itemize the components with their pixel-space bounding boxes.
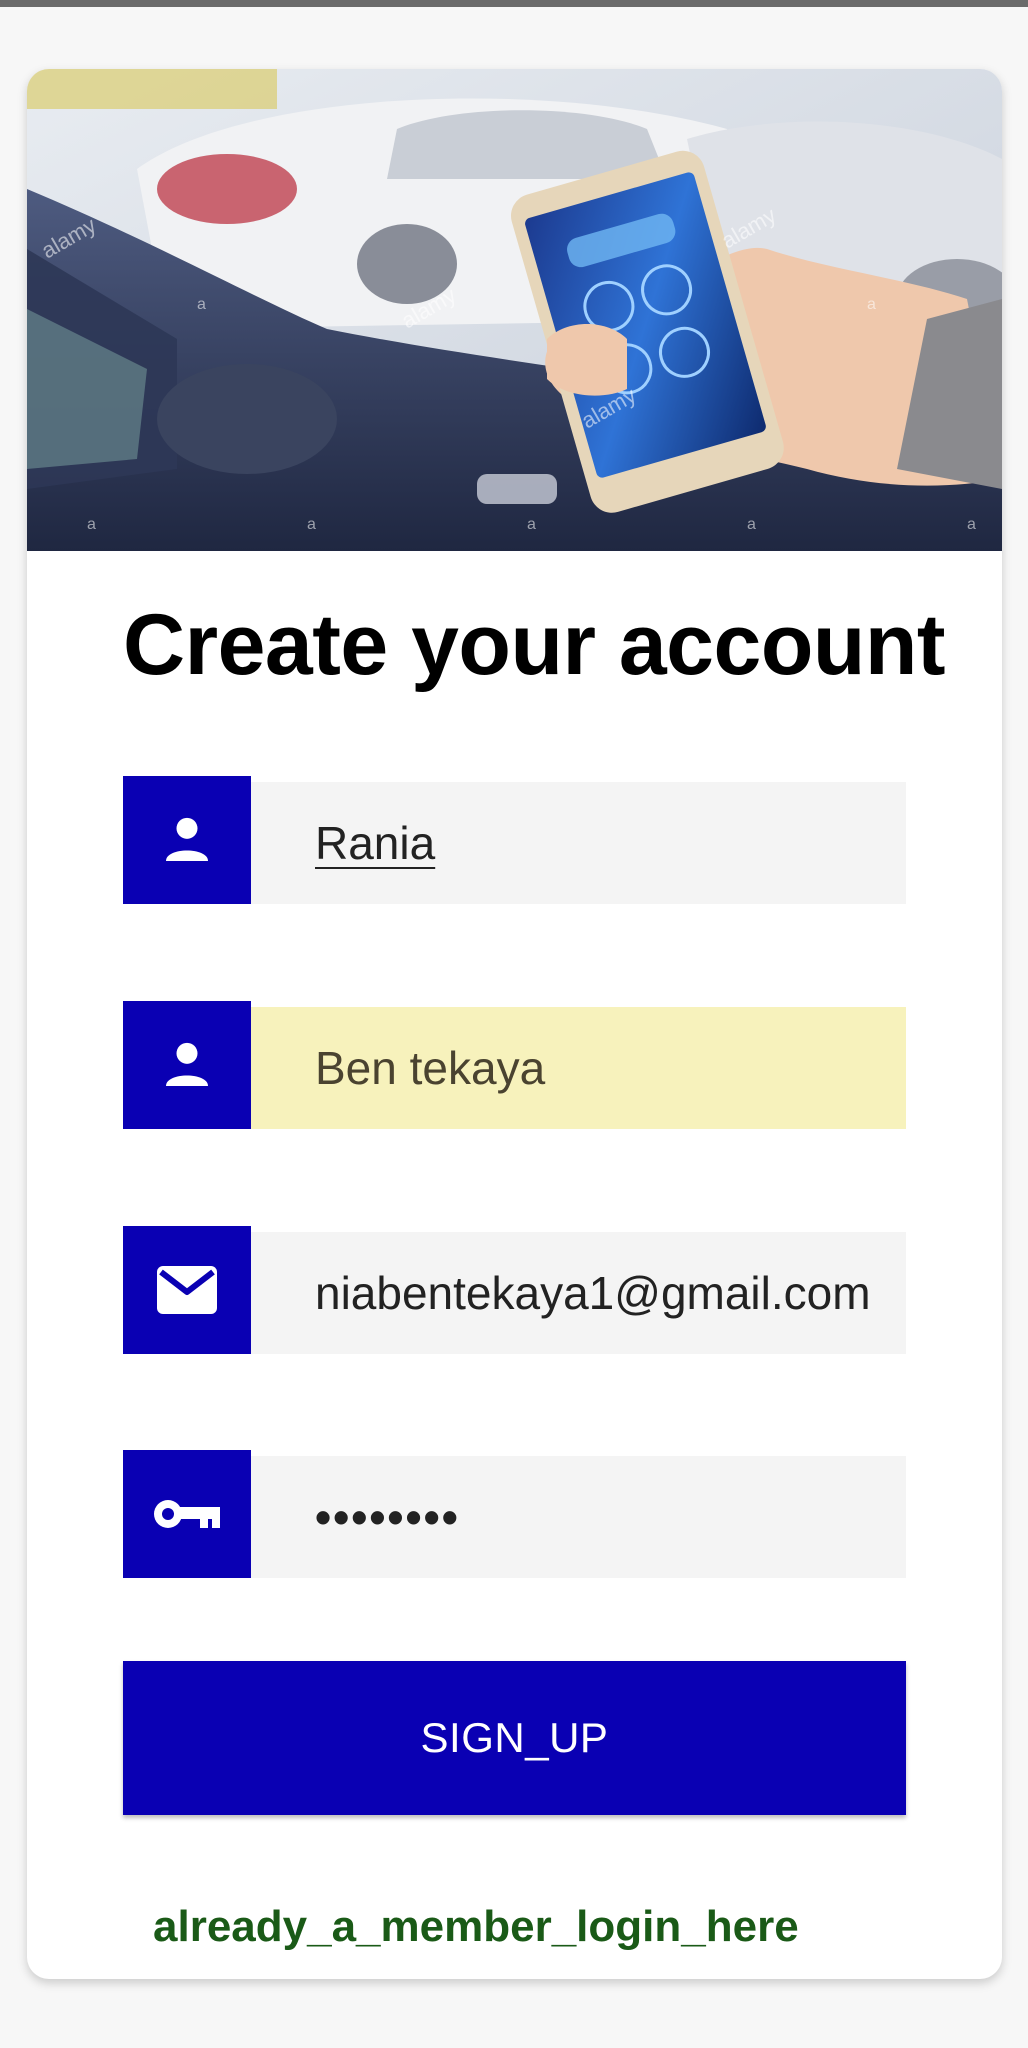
signup-card: alamy alamy alamy alamy a a a a a a a Cr… — [27, 69, 1002, 1979]
last-name-input[interactable]: Ben tekaya — [251, 1007, 906, 1129]
email-input[interactable]: niabentekaya1@gmail.com — [251, 1232, 906, 1354]
first-name-value: Rania — [315, 817, 436, 869]
hero-image: alamy alamy alamy alamy a a a a a a a — [27, 69, 1002, 551]
login-link[interactable]: already_a_member_login_here — [153, 1902, 799, 1952]
mail-icon — [123, 1226, 251, 1354]
status-bar-strip — [0, 0, 1028, 7]
hero-photo: alamy alamy alamy alamy a a a a a a a — [27, 69, 1002, 551]
svg-text:a: a — [527, 516, 536, 533]
password-value: •••••••• — [315, 1491, 460, 1543]
svg-text:a: a — [867, 296, 876, 313]
signup-button[interactable]: SIGN_UP — [123, 1661, 906, 1815]
key-icon — [123, 1450, 251, 1578]
svg-text:a: a — [307, 516, 316, 533]
svg-text:a: a — [747, 516, 756, 533]
first-name-input[interactable]: Rania — [251, 782, 906, 904]
password-input[interactable]: •••••••• — [251, 1456, 906, 1578]
svg-text:a: a — [87, 516, 96, 533]
svg-text:a: a — [197, 296, 206, 313]
last-name-field: Ben tekaya — [123, 1001, 906, 1129]
svg-text:a: a — [967, 516, 976, 533]
password-field: •••••••• — [123, 1450, 906, 1578]
person-icon — [123, 776, 251, 904]
page-title: Create your account — [123, 597, 946, 693]
person-icon — [123, 1001, 251, 1129]
first-name-field: Rania — [123, 776, 906, 904]
last-name-value: Ben tekaya — [315, 1042, 546, 1094]
email-value: niabentekaya1@gmail.com — [315, 1267, 871, 1319]
email-field: niabentekaya1@gmail.com — [123, 1226, 906, 1354]
